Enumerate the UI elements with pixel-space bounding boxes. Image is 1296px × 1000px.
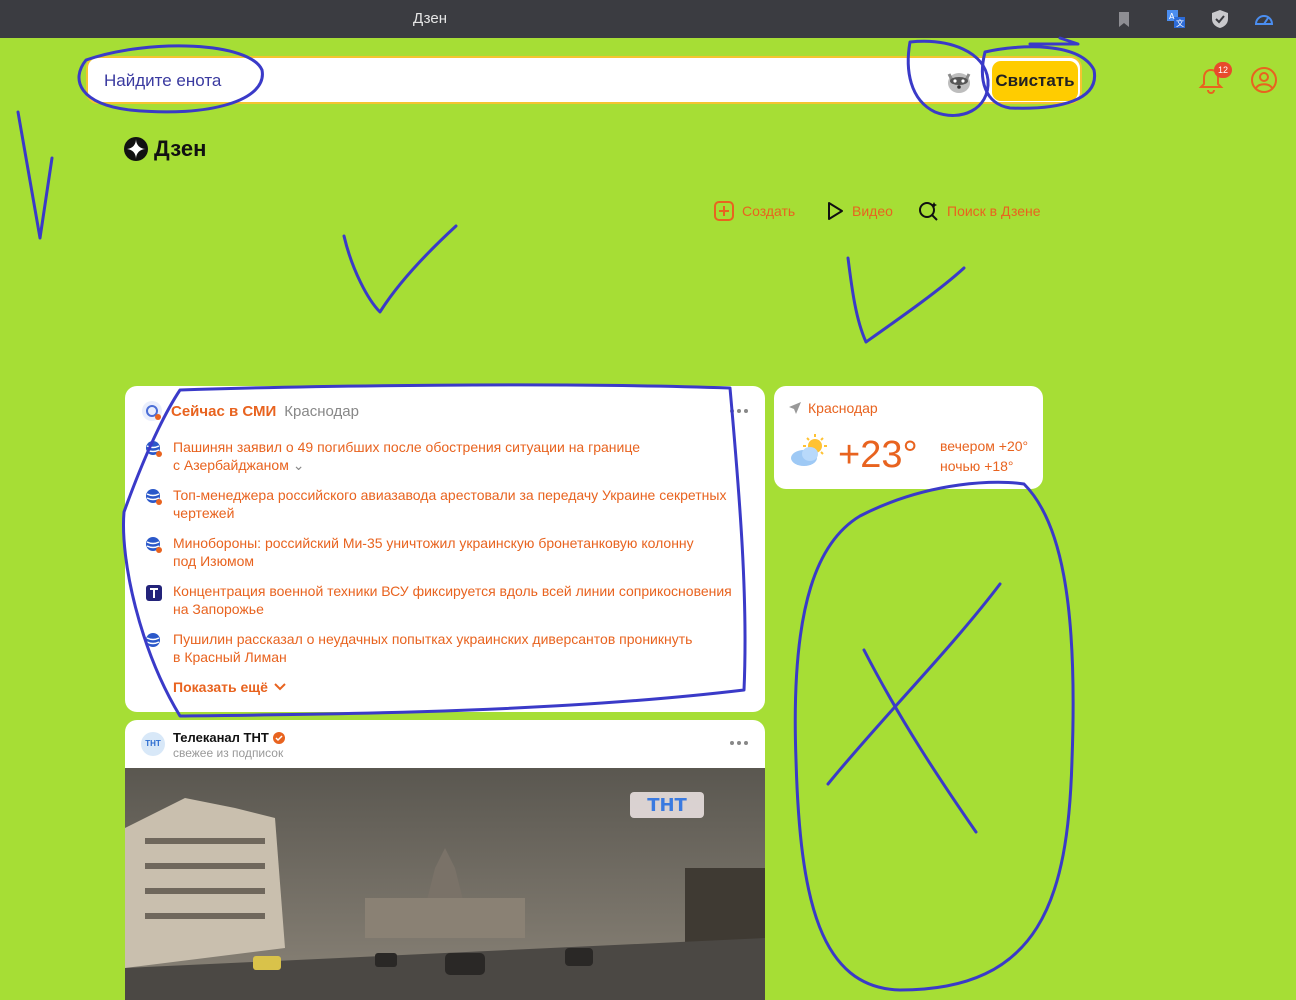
tnt-logo: ТНТ (630, 792, 704, 818)
weather-night: ночью +18° (940, 458, 1014, 474)
location-arrow-icon (789, 402, 801, 414)
zen-search-link[interactable]: Поиск в Дзене (918, 200, 1041, 222)
notification-badge: 12 (1214, 62, 1232, 78)
annotation-check-left (16, 110, 54, 240)
plus-square-icon (714, 201, 734, 221)
weather-card[interactable]: Краснодар +23° вечером +20° ночью +18° (774, 386, 1043, 489)
annotation-x-line1 (862, 648, 978, 834)
news-item-line2: под Изюмом (173, 553, 254, 569)
create-link[interactable]: Создать (713, 200, 795, 222)
t-source-icon (146, 585, 162, 601)
window-title: Дзен (413, 10, 447, 27)
globe-icon (146, 537, 162, 553)
news-title[interactable]: Сейчас в СМИ (171, 403, 276, 420)
play-icon (828, 202, 843, 220)
speedometer-icon[interactable] (1254, 9, 1274, 29)
news-item-line2: с Азербайджаном (173, 457, 289, 473)
globe-icon (146, 633, 160, 647)
news-item-line1: Топ-менеджера российского авиазавода аре… (173, 487, 727, 503)
show-more-button[interactable]: Показать ещё (173, 679, 286, 695)
search-bar: Свистать (86, 56, 1082, 104)
news-item-line1: Пашинян заявил о 49 погибших после обост… (173, 439, 640, 455)
show-more-label: Показать ещё (173, 679, 268, 695)
news-item[interactable]: Минобороны: российский Ми-35 уничтожил у… (145, 534, 735, 570)
video-thumbnail[interactable]: ТНТ (125, 768, 765, 1000)
channel-card: ТНТ Телеканал ТНТ свежее из подписок ТНТ (125, 720, 765, 1000)
logo-text: Дзен (154, 136, 207, 161)
video-link[interactable]: Видео (823, 200, 893, 222)
video-logo-text: ТНТ (647, 795, 687, 816)
channel-subtitle: свежее из подписок (173, 746, 284, 760)
translate-icon[interactable]: A文 (1166, 9, 1186, 29)
weather-forecast: вечером +20° ночью +18° (940, 436, 1028, 476)
bookmark-icon[interactable] (1114, 9, 1134, 29)
news-header: Сейчас в СМИ Краснодар (141, 400, 359, 422)
chevron-down-icon[interactable]: ⌄ (293, 457, 305, 473)
weather-temperature: +23° (838, 434, 918, 476)
weather-city: Краснодар (808, 400, 878, 416)
more-options-icon[interactable] (729, 740, 749, 746)
news-card: Сейчас в СМИ Краснодар Пашинян заявил о … (125, 386, 765, 712)
channel-avatar[interactable]: ТНТ (141, 732, 165, 756)
raccoon-icon[interactable] (942, 64, 976, 98)
annotation-check-middle (342, 224, 458, 314)
news-item[interactable]: Пушилин рассказал о неудачных попытках у… (145, 630, 735, 666)
annotation-check-right (846, 256, 966, 344)
news-item-line1: Минобороны: российский Ми-35 уничтожил у… (173, 535, 694, 551)
news-source-icon (142, 401, 162, 421)
news-item[interactable]: Пашинян заявил о 49 погибших после обост… (145, 438, 735, 474)
news-item[interactable]: Топ-менеджера российского авиазавода аре… (145, 486, 735, 522)
partly-cloudy-icon (791, 434, 827, 466)
shield-icon[interactable] (1210, 9, 1230, 29)
annotation-x-line2 (826, 582, 1002, 786)
news-item-line2: чертежей (173, 505, 235, 521)
window-titlebar: Дзен A文 (0, 0, 1296, 38)
svg-text:A: A (1169, 12, 1175, 21)
more-options-icon[interactable] (729, 408, 749, 414)
globe-icon (146, 489, 162, 505)
channel-name-row[interactable]: Телеканал ТНТ (173, 730, 285, 745)
news-item-line1: Концентрация военной техники ВСУ фиксиру… (173, 583, 732, 599)
zen-star-icon (124, 137, 148, 161)
news-item[interactable]: Концентрация военной техники ВСУ фиксиру… (145, 582, 735, 618)
zen-search-label: Поиск в Дзене (947, 203, 1041, 219)
news-item-line2: на Запорожье (173, 601, 264, 617)
search-input[interactable] (104, 69, 904, 93)
annotation-circle-empty (793, 480, 1075, 992)
weather-location[interactable]: Краснодар (788, 400, 878, 416)
verified-icon (272, 731, 285, 744)
annotation-arrow (1028, 36, 1080, 46)
weather-evening: вечером +20° (940, 438, 1029, 454)
channel-name: Телеканал ТНТ (173, 730, 269, 745)
news-item-line1: Пушилин рассказал о неудачных попытках у… (173, 631, 693, 647)
news-city[interactable]: Краснодар (284, 403, 359, 420)
search-button[interactable]: Свистать (992, 61, 1078, 101)
news-item-line2: в Красный Лиман (173, 649, 287, 665)
video-label: Видео (852, 203, 893, 219)
zen-logo[interactable]: Дзен (124, 136, 206, 162)
chevron-down-icon (274, 683, 286, 691)
search-sparkle-icon (919, 202, 938, 221)
create-label: Создать (742, 203, 796, 219)
svg-text:文: 文 (1176, 18, 1184, 28)
user-icon[interactable] (1250, 66, 1278, 94)
globe-icon (146, 441, 162, 457)
